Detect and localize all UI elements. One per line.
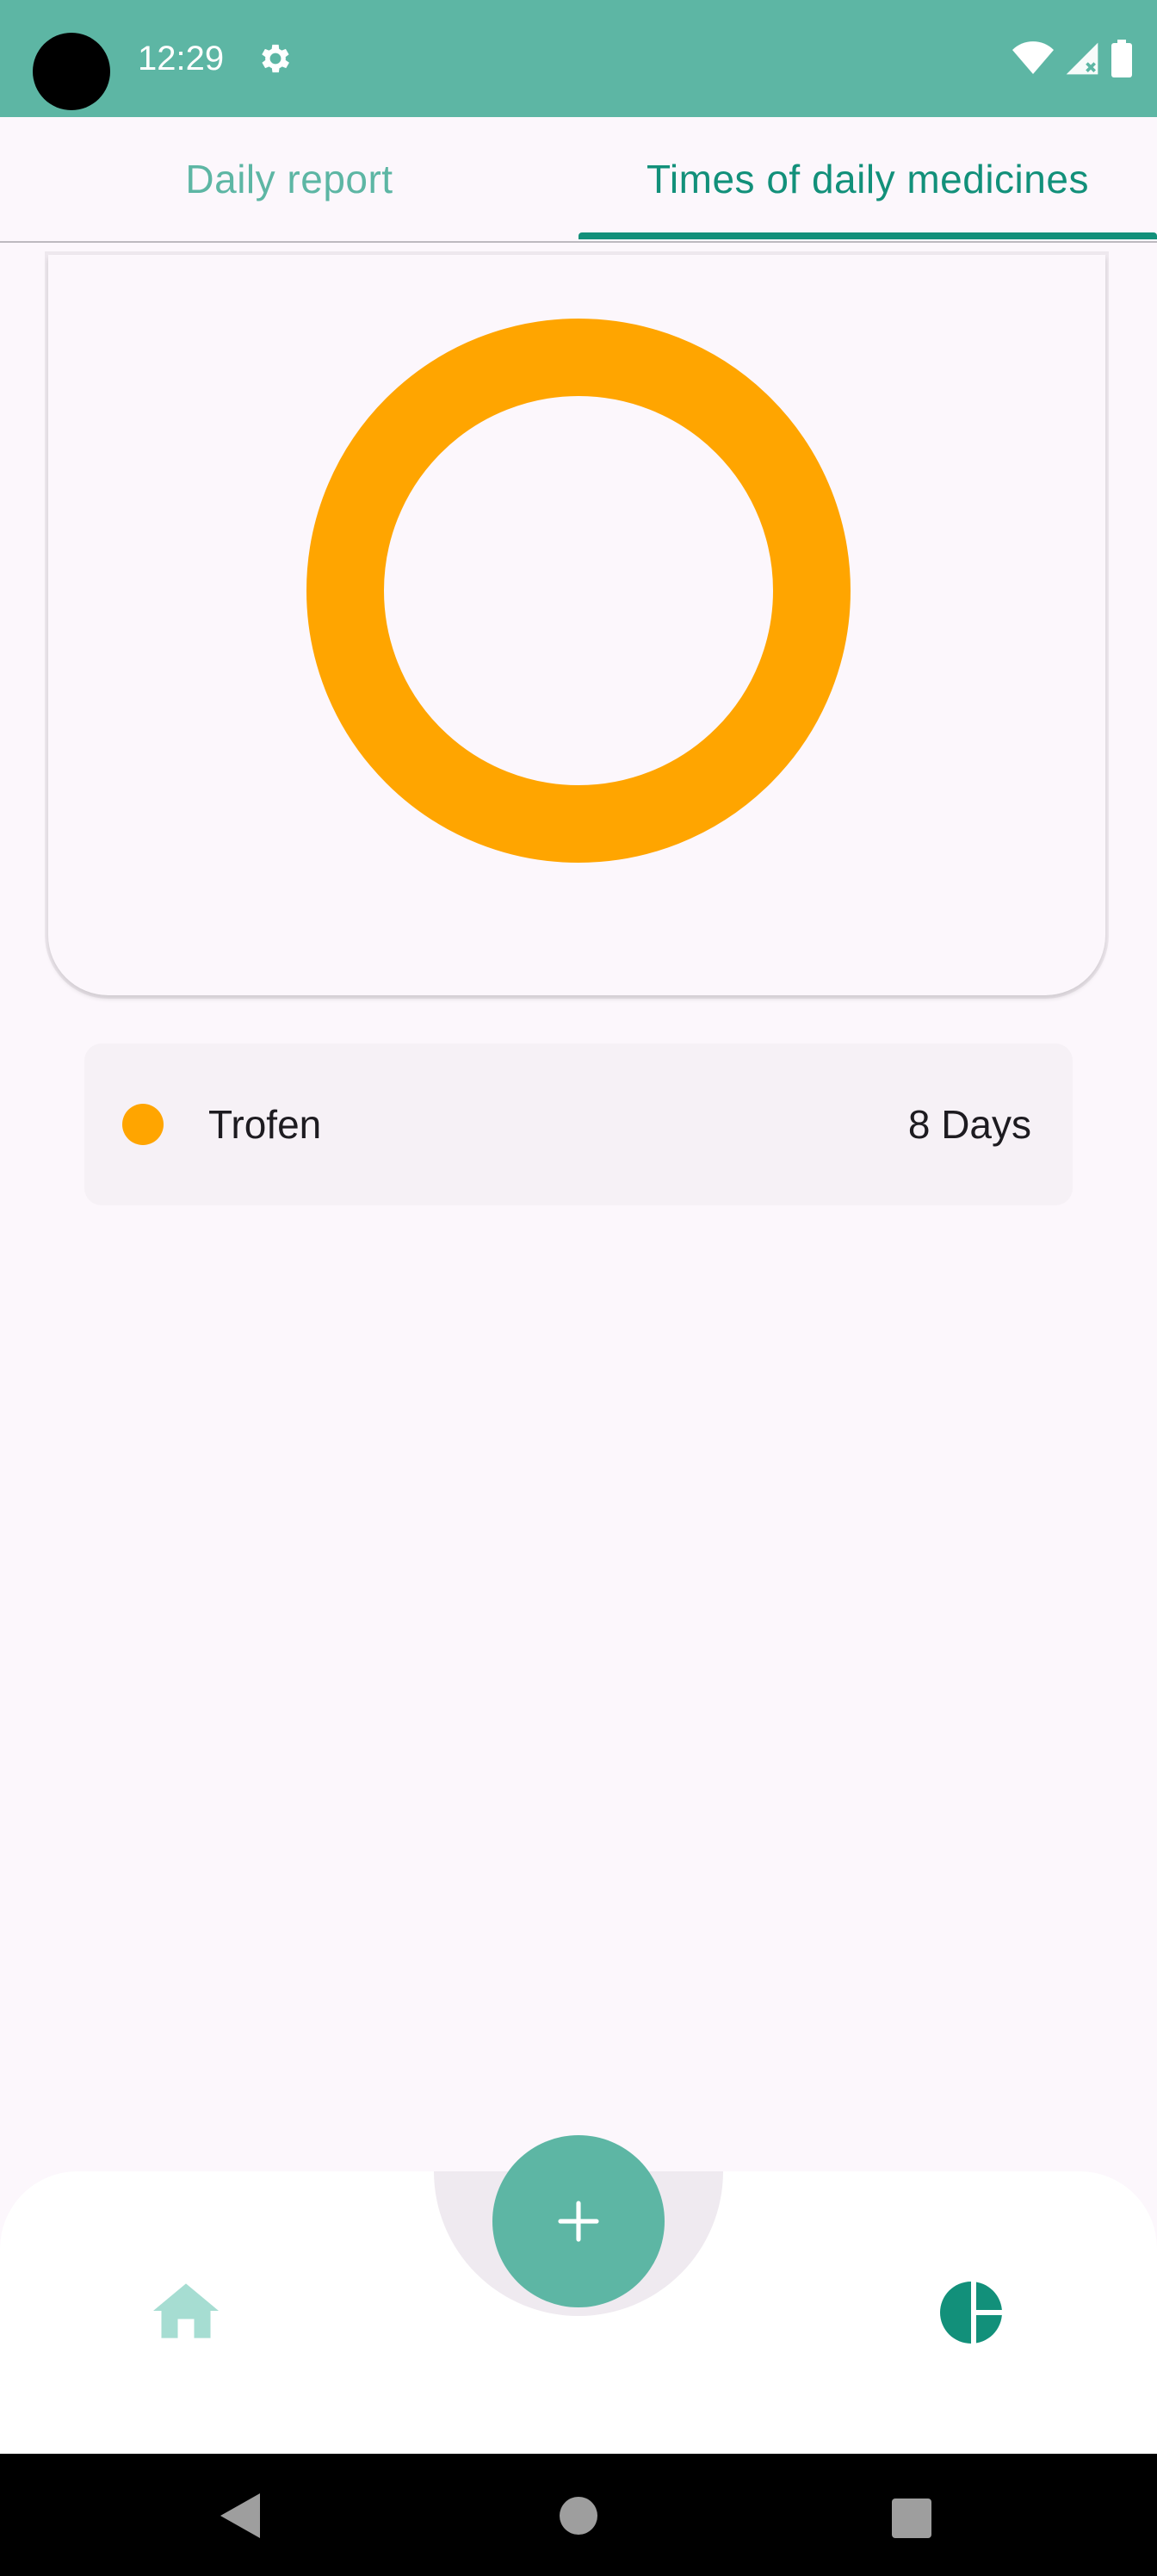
chart-icon[interactable] bbox=[940, 2282, 1002, 2344]
donut-slice-0 bbox=[306, 319, 851, 863]
legend-item[interactable]: Trofen 8 Days bbox=[84, 1043, 1073, 1205]
legend-days-value: 8 Days bbox=[907, 1102, 1031, 1147]
camera-cutout bbox=[33, 33, 110, 110]
system-navigation-bar bbox=[0, 2454, 1157, 2576]
battery-icon bbox=[1111, 40, 1132, 77]
tab-daily-report[interactable]: Daily report bbox=[0, 117, 578, 241]
status-bar: 12:29 bbox=[0, 0, 1157, 117]
tab-bar: Daily report Times of daily medicines bbox=[0, 117, 1157, 243]
add-button[interactable] bbox=[492, 2135, 665, 2307]
legend-medicine-name: Trofen bbox=[208, 1102, 322, 1147]
donut-chart bbox=[306, 319, 851, 863]
system-home-button[interactable] bbox=[560, 2497, 597, 2535]
plus-icon bbox=[558, 2201, 599, 2242]
tab-selected-indicator bbox=[578, 232, 1157, 239]
legend-color-dot bbox=[122, 1104, 164, 1145]
tab-times-of-daily-medicines[interactable]: Times of daily medicines bbox=[578, 117, 1157, 241]
signal-icon bbox=[1066, 42, 1098, 75]
status-time: 12:29 bbox=[138, 40, 225, 77]
recents-button[interactable] bbox=[892, 2499, 931, 2538]
chart-card bbox=[48, 255, 1105, 995]
home-icon[interactable] bbox=[153, 2283, 219, 2338]
wifi-icon bbox=[1012, 41, 1054, 74]
back-icon[interactable] bbox=[220, 2493, 260, 2538]
settings-icon bbox=[262, 44, 289, 73]
